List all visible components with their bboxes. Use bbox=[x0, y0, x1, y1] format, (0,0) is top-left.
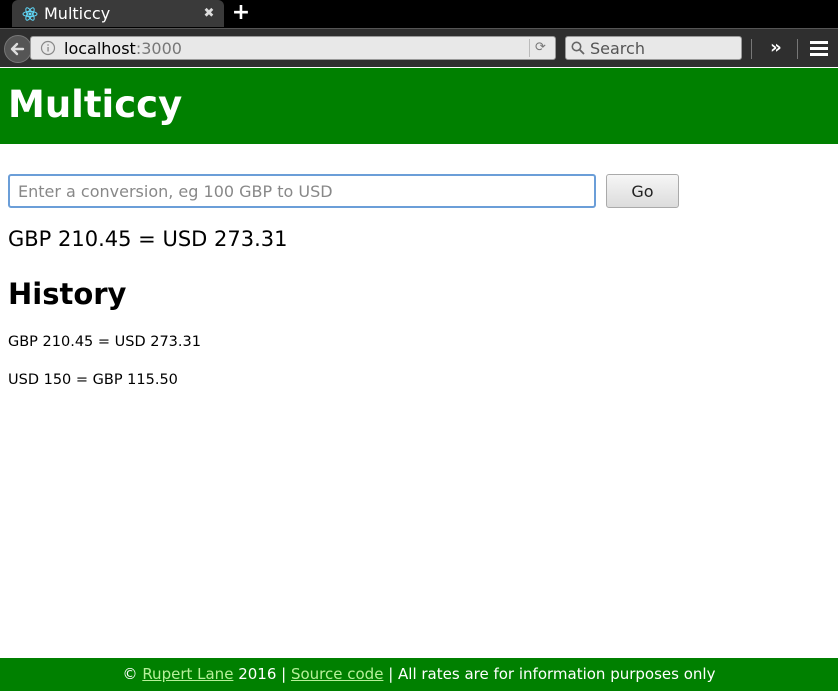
url-port: :3000 bbox=[135, 38, 182, 58]
reload-icon[interactable]: ⟳ bbox=[529, 39, 551, 57]
browser-tab-bar: Multiccy ✖ + bbox=[0, 0, 838, 28]
footer-year: 2016 | bbox=[233, 665, 291, 683]
react-logo-icon bbox=[22, 6, 38, 21]
overflow-chevron-icon[interactable]: » bbox=[764, 37, 788, 59]
back-arrow-icon bbox=[10, 42, 25, 56]
tab-close-icon[interactable]: ✖ bbox=[200, 6, 218, 21]
browser-nav-bar: localhost :3000 ⟳ Search » bbox=[0, 28, 838, 67]
copyright-symbol: © bbox=[122, 665, 138, 683]
toolbar-divider bbox=[797, 39, 798, 59]
history-heading: History bbox=[8, 277, 127, 311]
history-item: USD 150 = GBP 115.50 bbox=[8, 372, 178, 388]
go-button[interactable]: Go bbox=[606, 174, 679, 208]
new-tab-button[interactable]: + bbox=[230, 1, 252, 25]
toolbar-divider bbox=[751, 39, 752, 59]
author-link[interactable]: Rupert Lane bbox=[142, 665, 233, 683]
info-icon[interactable] bbox=[40, 40, 56, 56]
page-footer: © Rupert Lane 2016 | Source code | All r… bbox=[0, 658, 838, 691]
conversion-input[interactable] bbox=[8, 174, 596, 208]
footer-disclaimer: | All rates are for information purposes… bbox=[383, 665, 716, 683]
page-header: Multiccy bbox=[0, 68, 838, 144]
back-button[interactable] bbox=[4, 35, 32, 63]
url-host: localhost bbox=[64, 38, 136, 58]
hamburger-menu-icon[interactable] bbox=[808, 38, 830, 58]
page-title: Multiccy bbox=[8, 83, 183, 126]
browser-tab[interactable]: Multiccy ✖ bbox=[12, 0, 224, 27]
source-code-link[interactable]: Source code bbox=[291, 665, 383, 683]
tab-title: Multiccy bbox=[44, 4, 111, 23]
history-list: GBP 210.45 = USD 273.31 USD 150 = GBP 11… bbox=[8, 334, 201, 410]
url-bar[interactable]: localhost :3000 ⟳ bbox=[30, 36, 556, 60]
search-icon bbox=[571, 41, 585, 55]
search-placeholder: Search bbox=[590, 38, 645, 58]
search-input[interactable]: Search bbox=[565, 36, 742, 60]
conversion-result: GBP 210.45 = USD 273.31 bbox=[8, 227, 288, 251]
history-item: GBP 210.45 = USD 273.31 bbox=[8, 334, 201, 350]
